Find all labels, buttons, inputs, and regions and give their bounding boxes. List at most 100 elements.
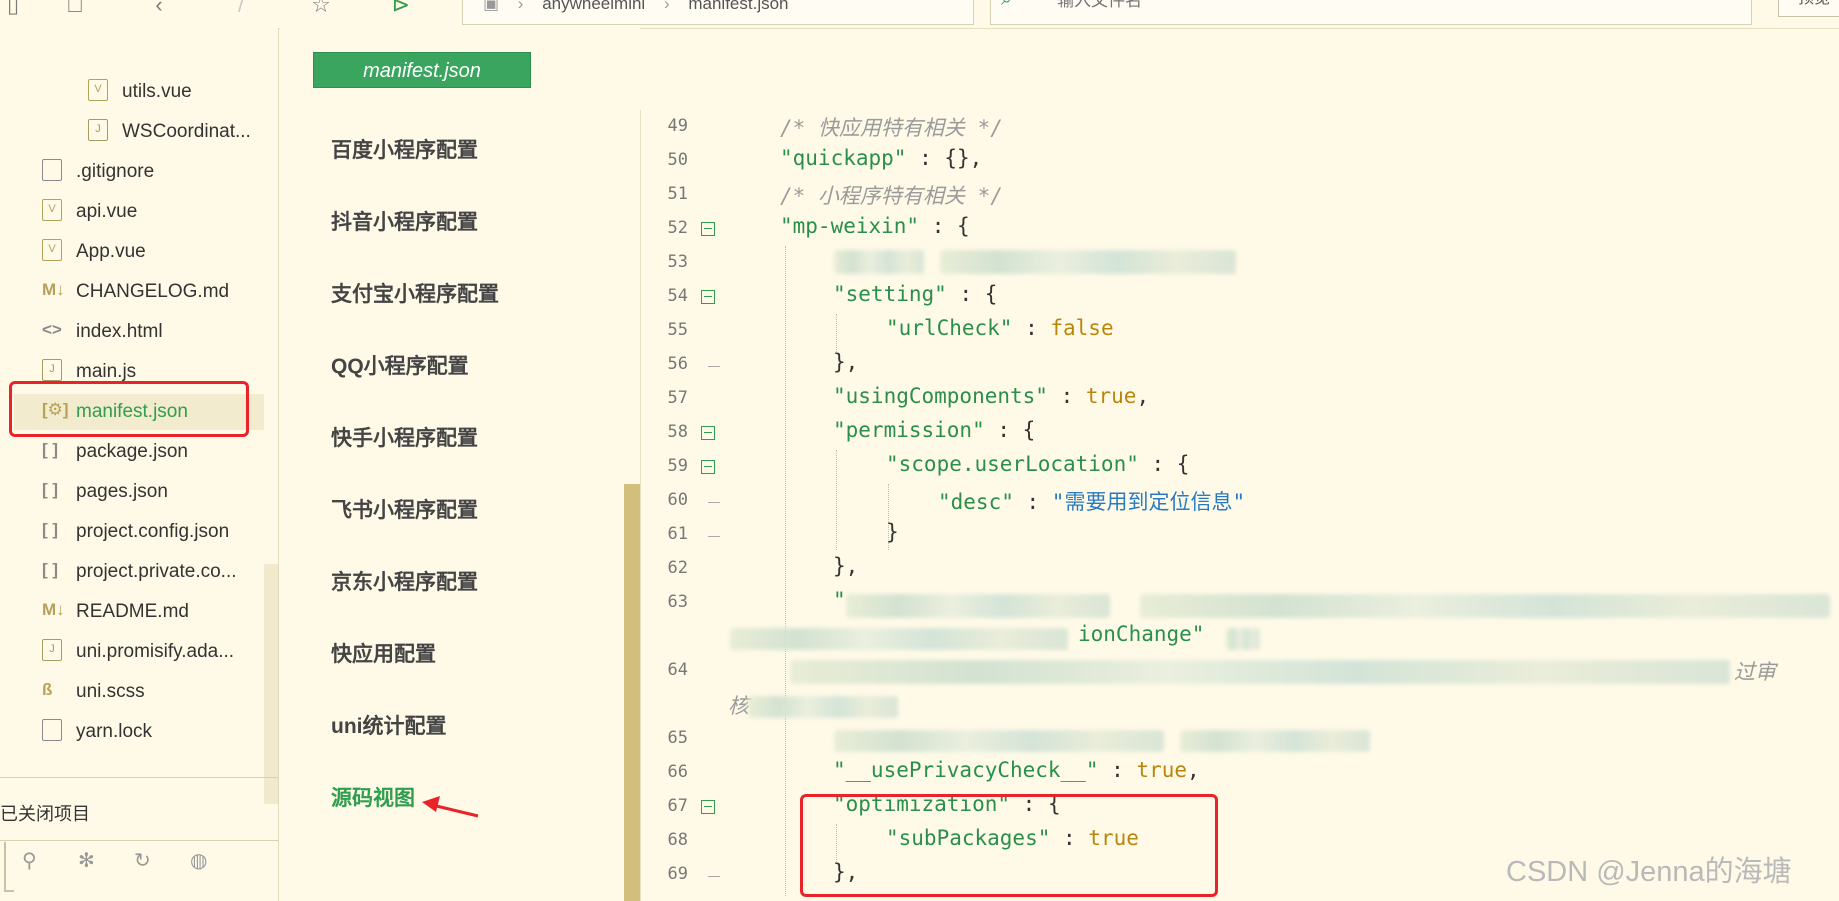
highlight-box-manifest — [9, 381, 249, 437]
fold-toggle-icon[interactable] — [701, 460, 715, 474]
tree-item-readme[interactable]: M↓ README.md — [42, 594, 189, 630]
fold-toggle-icon[interactable] — [701, 426, 715, 440]
tree-item-yarn-lock[interactable]: yarn.lock — [42, 714, 152, 750]
line-number: 66 — [667, 762, 688, 782]
tree-item-gitignore[interactable]: .gitignore — [42, 154, 154, 190]
fold-toggle-icon[interactable] — [701, 800, 715, 814]
code-line: "quickapp" : {}, — [780, 146, 983, 170]
line-number: 60 — [667, 490, 688, 510]
code-fragment: ionChange" — [1078, 622, 1205, 646]
tree-item-index-html[interactable]: <> index.html — [42, 314, 163, 350]
new-file-icon[interactable]: □ — [62, 0, 88, 18]
breadcrumb-file[interactable]: manifest.json — [688, 0, 788, 13]
blurred-code — [846, 594, 1110, 618]
code-fragment: 过审 — [1734, 660, 1776, 684]
html-icon: <> — [42, 319, 62, 339]
line-number: 64 — [667, 660, 688, 680]
blurred-code — [730, 628, 1068, 650]
tree-item-wscoordinat[interactable]: J WSCoordinat... — [88, 114, 251, 150]
tree-item-project-private[interactable]: [ ] project.private.co... — [42, 554, 237, 590]
code-line: }, — [833, 350, 859, 374]
markdown-icon: M↓ — [42, 599, 65, 619]
tree-item-project-config[interactable]: [ ] project.config.json — [42, 514, 229, 550]
nav-alipay[interactable]: 支付宝小程序配置 — [331, 278, 499, 308]
tree-item-changelog[interactable]: M↓ CHANGELOG.md — [42, 274, 229, 310]
file-search[interactable]: ⌕ — [990, 0, 1752, 25]
nav-baidu[interactable]: 百度小程序配置 — [331, 134, 478, 164]
line-number: 53 — [667, 252, 688, 272]
line-number: 59 — [667, 456, 688, 476]
explorer-bottom-bar: ⚲ ✻ ↻ ◍ — [0, 842, 278, 882]
indent-guide — [836, 450, 837, 550]
scss-icon: ß — [42, 679, 53, 699]
code-line: "desc" : "需要用到定位信息" — [938, 490, 1246, 514]
indent-guide — [836, 314, 837, 354]
nav-douyin[interactable]: 抖音小程序配置 — [331, 206, 478, 236]
nav-quickapp[interactable]: 快应用配置 — [331, 638, 436, 668]
save-icon[interactable]: ▯ — [0, 0, 26, 18]
blurred-code — [790, 660, 1730, 684]
code-comment: /* 快应用特有相关 */ — [780, 116, 1003, 140]
binoculars-icon[interactable]: ⚲ — [22, 848, 37, 873]
nav-source-view[interactable]: 源码视图 — [331, 782, 415, 812]
nav-feishu[interactable]: 飞书小程序配置 — [331, 494, 478, 524]
file-tab-manifest[interactable]: manifest.json — [313, 52, 531, 88]
tree-item-pages-json[interactable]: [ ] pages.json — [42, 474, 168, 510]
search-input[interactable] — [1055, 0, 1659, 12]
back-arrow-icon[interactable]: ‹ — [146, 0, 172, 18]
blurred-code — [1140, 594, 1830, 618]
indent-guide — [785, 246, 786, 896]
nav-qq[interactable]: QQ小程序配置 — [331, 350, 469, 380]
line-number: 51 — [667, 184, 688, 204]
breadcrumb-project[interactable]: anywheelmini — [542, 0, 645, 13]
tree-item-app-vue[interactable]: V App.vue — [42, 234, 146, 270]
vue-file-icon: V — [42, 198, 62, 221]
editor-scroll-indicator[interactable] — [624, 484, 640, 901]
bug-icon[interactable]: ✻ — [78, 848, 95, 873]
line-number: 62 — [667, 558, 688, 578]
line-number: 61 — [667, 524, 688, 544]
code-comment: /* 小程序特有相关 */ — [780, 184, 1003, 208]
fold-toggle-icon[interactable] — [701, 222, 715, 236]
forward-arrow-icon[interactable]: / — [228, 0, 254, 18]
js-file-icon: J — [42, 358, 62, 381]
preview-button[interactable]: 预览 — [1778, 0, 1839, 17]
line-number: 55 — [667, 320, 688, 340]
tree-item-package-json[interactable]: [ ] package.json — [42, 434, 188, 470]
line-number: 54 — [667, 286, 688, 306]
blurred-code — [1226, 628, 1260, 650]
explorer-scrollbar[interactable] — [264, 564, 278, 804]
fold-toggle-icon[interactable] — [701, 290, 715, 304]
fold-end-marker — [708, 876, 720, 878]
json-icon: [ ] — [42, 439, 59, 459]
code-line: "urlCheck" : false — [886, 316, 1114, 340]
explorer-divider — [0, 840, 278, 841]
vue-file-icon: V — [88, 78, 108, 101]
star-icon[interactable]: ☆ — [308, 0, 334, 18]
run-icon[interactable]: ⊳ — [388, 0, 414, 18]
breadcrumb-folder-icon: ▣ — [483, 0, 500, 13]
code-line: } — [886, 520, 899, 544]
globe-icon[interactable]: ◍ — [190, 848, 207, 873]
file-icon — [42, 718, 62, 741]
file-icon — [42, 158, 62, 181]
line-number: 56 — [667, 354, 688, 374]
blurred-code — [748, 696, 898, 718]
tree-item-uni-scss[interactable]: ß uni.scss — [42, 674, 145, 710]
line-number: 67 — [667, 796, 688, 816]
tree-item-api-vue[interactable]: Vapi.vue — [42, 194, 137, 230]
line-number: 69 — [667, 864, 688, 884]
code-line: "permission" : { — [833, 418, 1036, 442]
tree-item-uni-promisify[interactable]: Juni.promisify.ada... — [42, 634, 234, 670]
line-number: 49 — [667, 116, 688, 136]
breadcrumb[interactable]: ▣ › anywheelmini › manifest.json — [462, 0, 974, 25]
closed-projects-label[interactable]: 已关闭项目 — [0, 800, 90, 826]
code-line: "usingComponents" : true, — [833, 384, 1150, 408]
nav-kuaishou[interactable]: 快手小程序配置 — [331, 422, 478, 452]
nav-uni-stat[interactable]: uni统计配置 — [331, 710, 447, 740]
tree-item-utils-vue[interactable]: Vutils.vue — [88, 74, 192, 110]
code-line: "mp-weixin" : { — [780, 214, 970, 238]
nav-jd[interactable]: 京东小程序配置 — [331, 566, 478, 596]
refresh-icon[interactable]: ↻ — [134, 848, 151, 873]
blurred-code — [834, 250, 924, 274]
